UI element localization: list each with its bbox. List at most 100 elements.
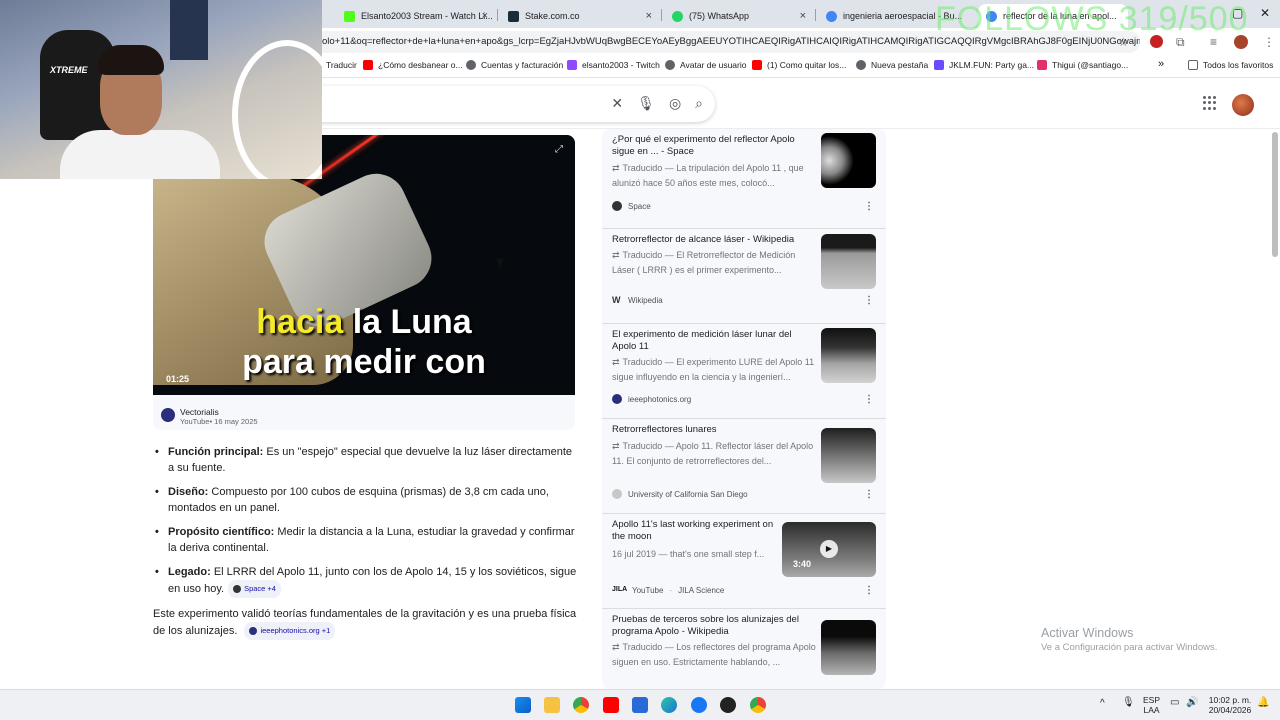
result-snippet: 16 jul 2019 — that's one small step f...	[612, 549, 765, 559]
result-card[interactable]: Retrorreflectores lunares ⇄ Traducido — A…	[602, 419, 886, 514]
result-thumbnail[interactable]	[821, 620, 876, 675]
bookmark-item[interactable]: Thigui (@santiago...	[1037, 60, 1128, 70]
result-title[interactable]: ¿Por qué el experimento del reflector Ap…	[612, 134, 817, 158]
chip-label: Space +4	[244, 584, 276, 593]
result-card[interactable]: Apollo 11's last working experiment on t…	[602, 514, 886, 609]
tab-stake[interactable]: Stake.com.co ×	[500, 4, 660, 28]
bookmark-item[interactable]: Avatar de usuario	[665, 60, 746, 70]
network-icon[interactable]: ▭	[1170, 698, 1179, 708]
lens-search-icon[interactable]: ◎	[669, 95, 681, 112]
chip-label: ieeephotonics.org +1	[260, 626, 331, 635]
result-title[interactable]: Retrorreflector de alcance láser - Wikip…	[612, 234, 817, 246]
source-chip[interactable]: ieeephotonics.org +1	[244, 622, 336, 640]
result-snippet: ⇄ Traducido — La tripulación del Apolo 11…	[612, 161, 817, 191]
page-scrollbar[interactable]	[1271, 129, 1280, 689]
close-tab-icon[interactable]: ×	[482, 10, 488, 22]
result-source: JILA YouTube · JILA Science	[612, 585, 725, 595]
google-icon	[466, 60, 476, 70]
video-thumbnail[interactable]: ▶ 3:40	[782, 522, 876, 577]
language-code: ESP	[1143, 695, 1161, 705]
tray-overflow-icon[interactable]: ^	[1100, 699, 1105, 709]
more-options-icon[interactable]: ⋮	[864, 585, 874, 596]
play-icon[interactable]: ▶	[820, 540, 838, 558]
more-bookmarks-button[interactable]: »	[1158, 58, 1164, 70]
file-explorer-icon[interactable]	[544, 697, 560, 713]
follows-goal-overlay: FOLLOWS 319/500	[935, 0, 1249, 38]
language-indicator[interactable]: ESP LAA	[1143, 695, 1160, 715]
result-card[interactable]: Pruebas de terceros sobre los alunizajes…	[602, 609, 886, 689]
close-tab-icon[interactable]: ×	[800, 10, 806, 22]
result-thumbnail[interactable]	[821, 234, 876, 289]
youtube-icon[interactable]	[603, 697, 619, 713]
list-item: Función principal: Es un "espejo" especi…	[153, 444, 578, 476]
tab-kick-stream[interactable]: Elsanto2003 Stream - Watch Li... ×	[336, 4, 496, 28]
more-options-icon[interactable]: ⋮	[864, 489, 874, 500]
result-title[interactable]: Retrorreflectores lunares	[612, 424, 817, 436]
microphone-icon[interactable]: 🎙	[1122, 698, 1135, 708]
result-title[interactable]: El experimento de medición láser lunar d…	[612, 329, 817, 353]
account-avatar[interactable]	[1232, 94, 1254, 116]
clock[interactable]: 10:02 p. m. 20/04/2026	[1206, 695, 1254, 715]
store-icon[interactable]	[632, 697, 648, 713]
google-apps-icon[interactable]	[1203, 96, 1217, 110]
facebook-icon[interactable]	[691, 697, 707, 713]
edge-icon[interactable]	[661, 697, 677, 713]
result-card[interactable]: Retrorreflector de alcance láser - Wikip…	[602, 229, 886, 324]
channel-name: Vectorialis	[180, 407, 219, 417]
voice-search-icon[interactable]: 🎙	[637, 95, 655, 112]
menu-kebab-icon[interactable]: ⋮	[1263, 35, 1275, 49]
scrollbar-thumb[interactable]	[1272, 132, 1278, 257]
close-window-icon[interactable]: ✕	[1260, 6, 1270, 20]
bookmark-label: ¿Cómo desbanear o...	[378, 60, 463, 70]
result-thumbnail[interactable]	[821, 328, 876, 383]
caption-highlight: hacia	[256, 303, 344, 341]
bookmark-item[interactable]: (1) Como quitar los...	[752, 60, 846, 70]
desktop-screen: Elsanto2003 Stream - Watch Li... × Stake…	[0, 0, 1280, 720]
google-favicon-icon	[826, 10, 837, 22]
volume-icon[interactable]: 🔊	[1186, 698, 1198, 708]
source-name: YouTube	[632, 585, 664, 595]
bookmark-item[interactable]: elsanto2003 - Twitch	[567, 60, 660, 70]
chrome-icon[interactable]	[573, 697, 589, 713]
chrome-profile-icon[interactable]	[750, 697, 766, 713]
app-icon[interactable]	[720, 697, 736, 713]
search-input[interactable]: ✕ 🎙 ◎ ⌕	[300, 86, 715, 122]
more-options-icon[interactable]: ⋮	[864, 394, 874, 405]
result-card[interactable]: ¿Por qué el experimento del reflector Ap…	[602, 129, 886, 229]
result-card[interactable]: El experimento de medición láser lunar d…	[602, 324, 886, 419]
search-icon[interactable]: ⌕	[695, 95, 703, 112]
expand-icon[interactable]: ⤢	[555, 144, 563, 155]
tab-whatsapp[interactable]: (75) WhatsApp ×	[664, 4, 814, 28]
source-chip[interactable]: Space +4	[228, 580, 281, 598]
clock-time: 10:02 p. m.	[1208, 695, 1252, 705]
result-thumbnail[interactable]	[821, 133, 876, 188]
bookmark-label: Avatar de usuario	[680, 60, 747, 70]
webcam-overlay: XTREME	[0, 0, 322, 179]
bookmark-item[interactable]: Nueva pestaña	[856, 60, 928, 70]
more-options-icon[interactable]: ⋮	[864, 295, 874, 306]
bookmark-item[interactable]: Cuentas y facturación	[466, 60, 563, 70]
video-meta: YouTube• 16 may 2025	[180, 417, 258, 426]
bookmark-label: Nueva pestaña	[871, 60, 929, 70]
ieee-icon	[612, 394, 622, 404]
more-options-icon[interactable]: ⋮	[864, 201, 874, 212]
clock-date: 20/04/2026	[1208, 705, 1252, 715]
notifications-icon[interactable]: 🔔	[1257, 698, 1269, 708]
result-title[interactable]: Pruebas de terceros sobre los alunizajes…	[612, 614, 817, 638]
video-source[interactable]: Vectorialis YouTube• 16 may 2025	[153, 395, 575, 430]
result-title[interactable]: Apollo 11's last working experiment on t…	[612, 519, 777, 543]
bookmark-item[interactable]: ¿Cómo desbanear o...	[363, 60, 463, 70]
result-thumbnail[interactable]	[821, 428, 876, 483]
language-layout: LAA	[1143, 705, 1160, 715]
result-source: University of California San Diego	[612, 489, 748, 499]
all-bookmarks-button[interactable]: Todos los favoritos	[1188, 60, 1273, 70]
clear-search-icon[interactable]: ✕	[611, 95, 623, 112]
windows-start-icon[interactable]	[515, 697, 531, 713]
bookmark-item[interactable]: JKLM.FUN: Party ga...	[934, 60, 1034, 70]
bookmark-item[interactable]: Traducir	[326, 60, 357, 70]
bookmark-label: Traducir	[326, 60, 357, 70]
bookmark-label: JKLM.FUN: Party ga...	[949, 60, 1035, 70]
streamer-shirt	[60, 130, 220, 179]
close-tab-icon[interactable]: ×	[646, 10, 652, 22]
jklm-icon	[934, 60, 944, 70]
